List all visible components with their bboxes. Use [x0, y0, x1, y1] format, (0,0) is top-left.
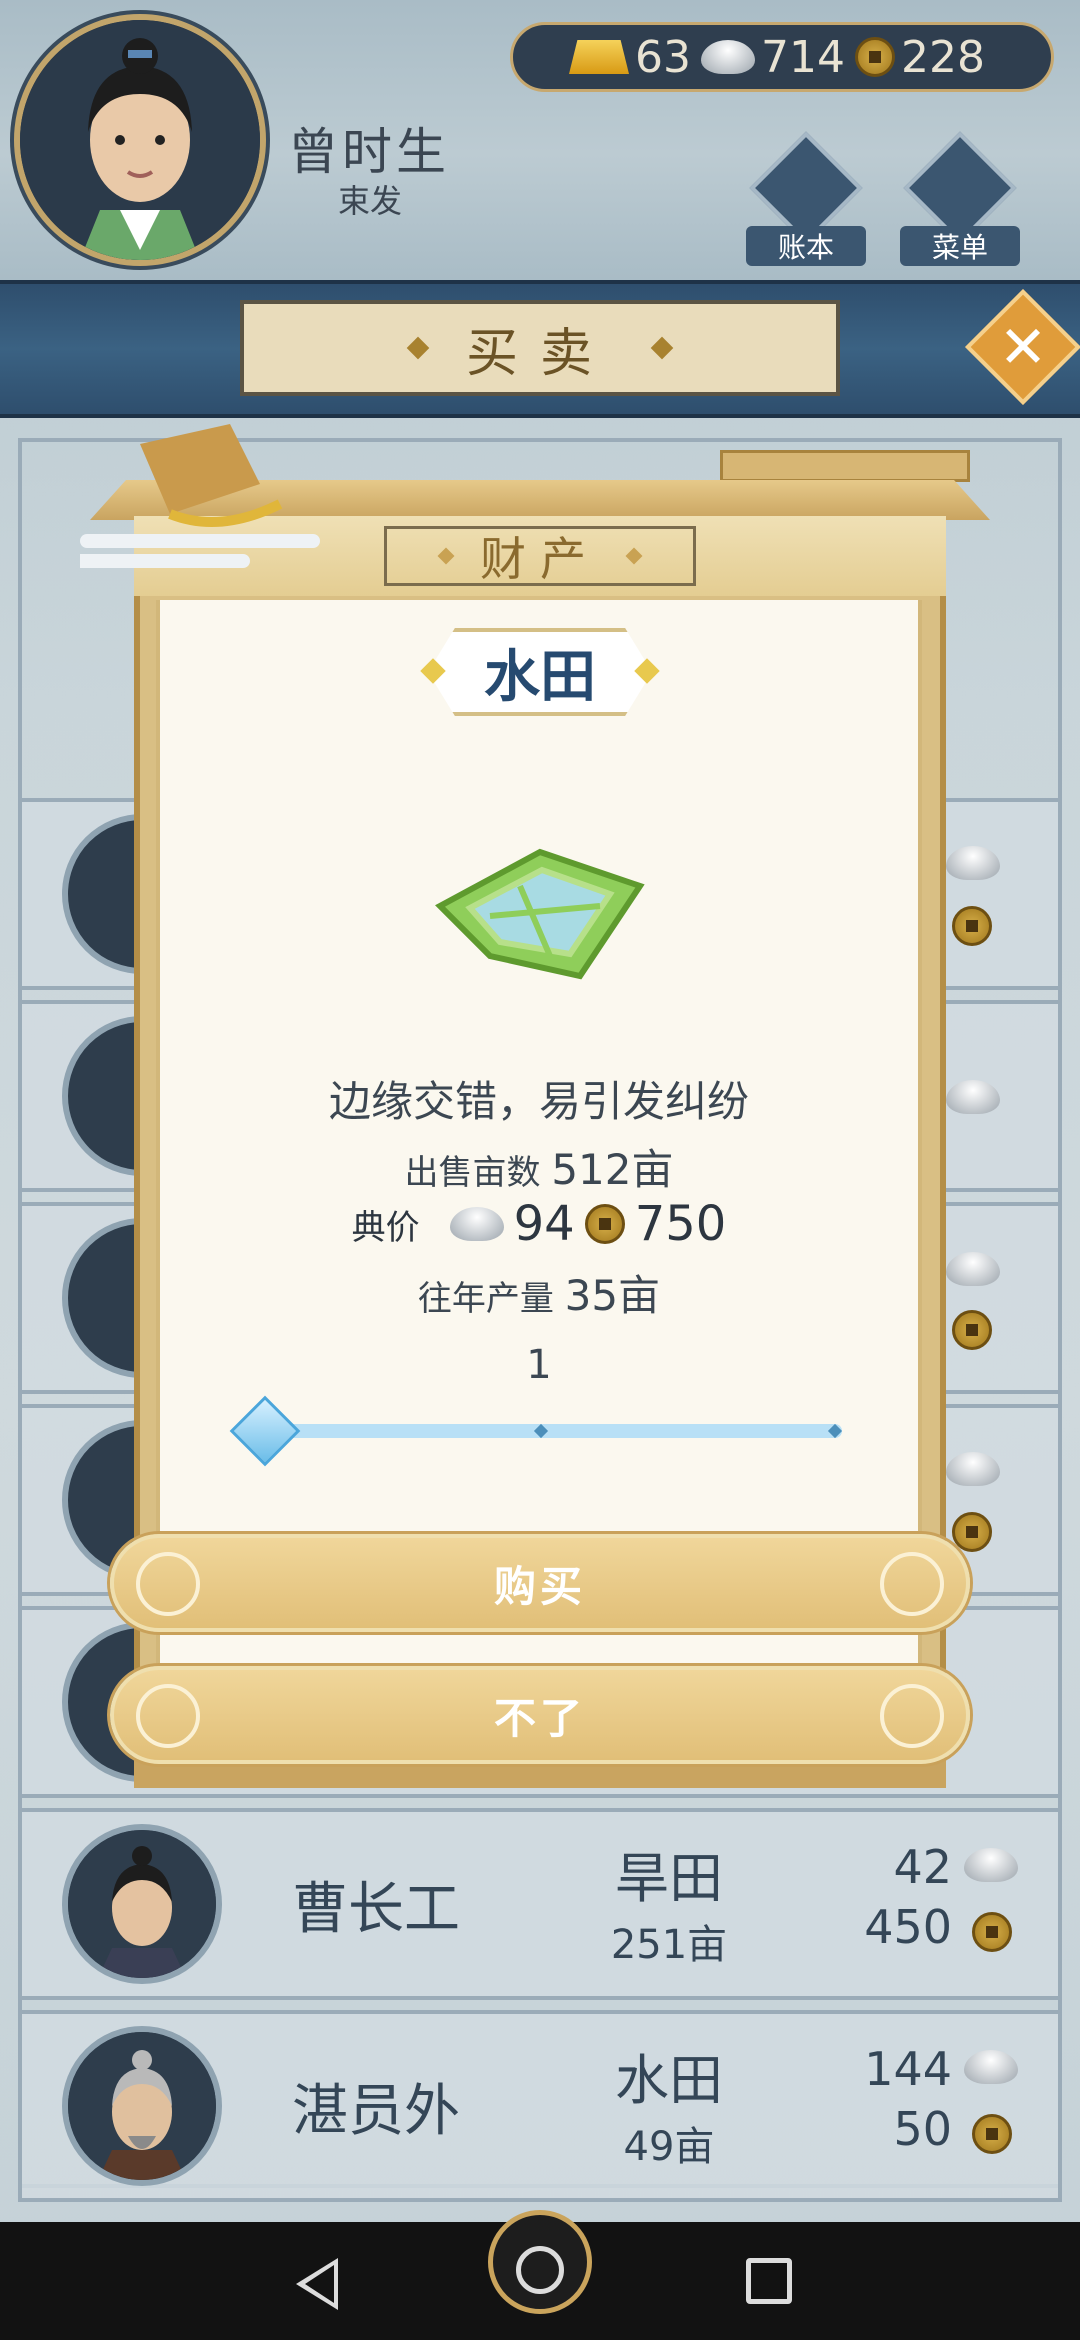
title-ornament-icon	[406, 336, 430, 360]
buy-button[interactable]: 购买	[110, 1534, 970, 1632]
page-title-plaque: 买卖	[240, 300, 840, 396]
rice-bundle-icon	[80, 424, 320, 568]
quantity-value: 1	[526, 1342, 552, 1388]
silver-ingot-icon	[449, 1207, 504, 1241]
copper-price: 450	[864, 1900, 952, 1954]
silver-ingot-icon	[946, 846, 1000, 880]
title-ornament-icon	[650, 336, 674, 360]
avatar	[62, 1824, 222, 1984]
cloud-ornament-icon	[136, 1684, 200, 1748]
modal-banner-plaque: 财产	[384, 526, 696, 586]
silver-ingot-icon	[964, 2050, 1018, 2084]
banner-ornament-icon	[437, 547, 455, 565]
ledger-button[interactable]: 账本	[746, 131, 866, 280]
copper-coin-icon	[972, 1912, 1012, 1952]
merchant-name: 曹长工	[292, 1877, 460, 1942]
cloud-ornament-icon	[880, 1684, 944, 1748]
copper-coin-icon	[952, 906, 992, 946]
price-label: 典价	[351, 1207, 420, 1248]
cloud-ornament-icon	[880, 1552, 944, 1616]
yield-label: 往年产量	[417, 1279, 554, 1319]
close-icon: ✕	[998, 313, 1048, 381]
avatar	[62, 2026, 222, 2186]
currency-bar: 63 714 228	[510, 22, 1054, 92]
player-title: 束发	[338, 182, 403, 220]
ledger-label: 账本	[746, 226, 866, 266]
silver-ingot-icon	[946, 1452, 1000, 1486]
silver-currency: 714	[701, 32, 845, 83]
merchant-portrait-icon	[68, 2032, 216, 2180]
modal-bottom-edge	[134, 1760, 946, 1788]
silver-ingot-icon	[946, 1252, 1000, 1286]
copper-price: 50	[893, 2102, 952, 2156]
gold-bar-icon	[569, 40, 629, 74]
player-avatar[interactable]	[14, 14, 266, 266]
land-type: 旱田	[615, 1847, 723, 1910]
price-line: 典价 94 750	[156, 1196, 922, 1252]
silver-ingot-icon	[701, 40, 755, 74]
player-name: 曾时生	[288, 123, 450, 181]
copper-coin-icon	[584, 1204, 625, 1244]
copper-coin-icon	[952, 1310, 992, 1350]
gold-amount: 63	[635, 31, 691, 83]
land-area: 251亩	[610, 1922, 728, 1968]
home-icon	[516, 2246, 564, 2294]
price-copper: 750	[634, 1196, 727, 1252]
field-description: 边缘交错，易引发纠纷	[328, 1077, 749, 1126]
copper-coin-icon	[854, 37, 895, 77]
buy-label: 购买	[493, 1561, 586, 1611]
field-name-plaque: 水田	[428, 628, 652, 716]
back-icon-inner	[305, 2265, 334, 2303]
cancel-label: 不了	[493, 1693, 586, 1743]
yield-line: 往年产量 35亩	[156, 1262, 922, 1323]
field-name: 水田	[484, 643, 596, 710]
player-portrait-icon	[20, 20, 260, 260]
silver-price: 144	[864, 2042, 952, 2096]
silver-ingot-icon	[964, 1848, 1018, 1882]
price-silver: 94	[513, 1196, 575, 1252]
paddy-field-icon	[435, 848, 645, 980]
quantity-slider[interactable]	[262, 1424, 842, 1438]
sale-area-value: 512亩	[551, 1145, 674, 1194]
menu-label: 菜单	[900, 226, 1020, 266]
silver-price: 42	[893, 1840, 952, 1894]
list-item[interactable]: 曹长工 旱田 251亩 42 450	[18, 1808, 1062, 2000]
list-item[interactable]: 湛员外 水田 49亩 144 50	[18, 2010, 1062, 2202]
recent-apps-icon[interactable]	[746, 2258, 792, 2304]
silver-ingot-icon	[946, 1080, 1000, 1114]
sale-area-label: 出售亩数	[404, 1153, 541, 1193]
copper-amount: 228	[900, 31, 985, 83]
silver-amount: 714	[761, 31, 845, 83]
modal-banner-title: 财产	[480, 532, 600, 586]
copper-coin-icon	[972, 2114, 1012, 2154]
yield-value: 35亩	[564, 1271, 661, 1320]
merchant-name: 湛员外	[292, 2079, 460, 2144]
page-title: 买卖	[465, 323, 614, 384]
cloud-ornament-icon	[136, 1552, 200, 1616]
sale-area-line: 出售亩数 512亩	[156, 1136, 922, 1197]
merchant-portrait-icon	[68, 1830, 216, 1978]
land-area: 49亩	[623, 2124, 715, 2170]
modal-roof-ornament	[720, 450, 970, 482]
banner-ornament-icon	[625, 547, 643, 565]
menu-button[interactable]: 菜单	[900, 131, 1020, 280]
land-type: 水田	[615, 2049, 723, 2112]
gold-currency: 63	[569, 32, 691, 83]
copper-currency: 228	[854, 31, 985, 83]
copper-coin-icon	[952, 1512, 992, 1552]
cancel-button[interactable]: 不了	[110, 1666, 970, 1764]
